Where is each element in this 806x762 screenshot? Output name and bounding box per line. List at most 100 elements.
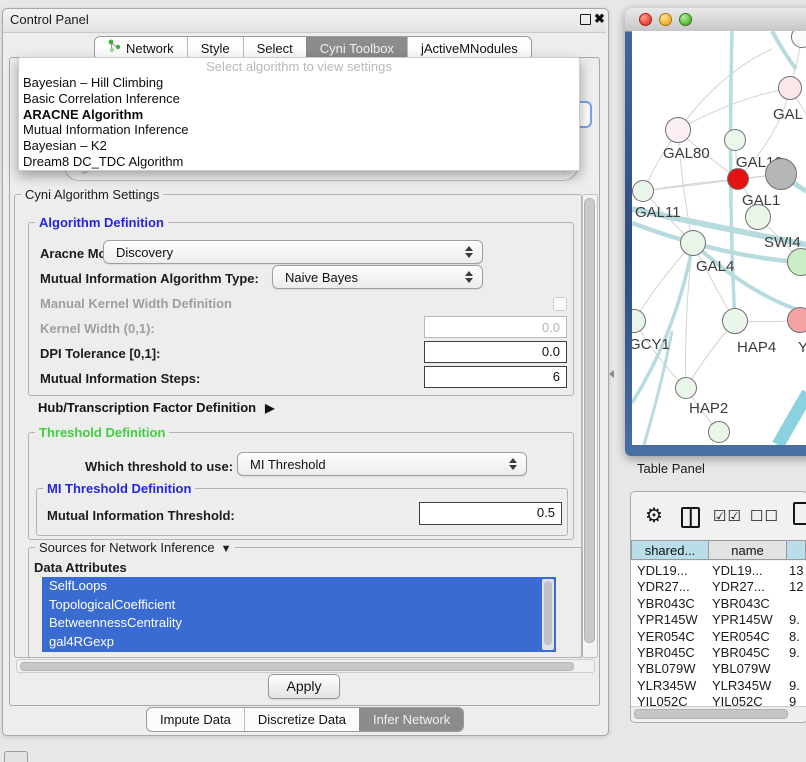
- data-attribute-item[interactable]: SelfLoops: [42, 577, 556, 596]
- control-panel-title: Control Panel: [10, 12, 89, 27]
- column-layout-icon[interactable]: [681, 507, 700, 528]
- network-node[interactable]: [745, 204, 771, 230]
- tab-impute-data[interactable]: Impute Data: [147, 708, 244, 731]
- table-horizontal-scrollbar[interactable]: [631, 706, 806, 719]
- network-node-label: HAP2: [689, 400, 728, 417]
- table-cell: YDR27...: [708, 579, 786, 595]
- network-node[interactable]: [680, 230, 706, 256]
- table-row[interactable]: YER054CYER054C8.: [631, 629, 806, 645]
- table-cell: YBL079W: [631, 661, 708, 677]
- network-node[interactable]: [727, 168, 749, 190]
- table-cell: YIL052C: [708, 694, 786, 706]
- new-document-icon[interactable]: [793, 502, 806, 525]
- table-cell: YDR27...: [631, 579, 708, 595]
- minimize-traffic-light-icon[interactable]: [659, 13, 672, 26]
- aracne-mode-combo[interactable]: Discovery: [103, 240, 483, 264]
- scrollbar-thumb[interactable]: [20, 662, 574, 672]
- table-row[interactable]: YLR345WYLR345W9.: [631, 678, 806, 694]
- table-cell: YBR045C: [708, 645, 786, 661]
- expanded-arrow-icon[interactable]: ▼: [221, 543, 232, 555]
- table-row[interactable]: YBR045CYBR045C9.: [631, 645, 806, 661]
- collapsed-arrow-icon[interactable]: ▶: [265, 401, 274, 415]
- table-row[interactable]: YPR145WYPR145W9.: [631, 612, 806, 628]
- table-row[interactable]: YBL079WYBL079W: [631, 661, 806, 677]
- data-attribute-item[interactable]: BetweennessCentrality: [42, 614, 556, 633]
- table-cell: YBL079W: [708, 661, 786, 677]
- control-panel-titlebar[interactable]: [3, 9, 606, 33]
- network-node-label: GAL4: [696, 258, 734, 275]
- network-node[interactable]: [765, 158, 797, 190]
- dpi-tolerance-field[interactable]: 0.0: [424, 341, 567, 363]
- algorithm-dropdown-placeholder: Select algorithm to view settings: [19, 58, 579, 75]
- network-window-titlebar[interactable]: [625, 8, 806, 32]
- table-cell: 9.: [786, 678, 800, 694]
- column-header-name[interactable]: name: [708, 540, 787, 560]
- combo-spinner-icon: [509, 458, 517, 470]
- close-traffic-light-icon[interactable]: [639, 13, 652, 26]
- aracne-mode-value: Discovery: [116, 245, 173, 260]
- mi-type-combo[interactable]: Naive Bayes: [272, 265, 483, 289]
- table-cell: [786, 596, 789, 612]
- tab-infer-network[interactable]: Infer Network: [359, 708, 463, 731]
- algorithm-option[interactable]: Dream8 DC_TDC Algorithm: [19, 154, 579, 170]
- gear-icon[interactable]: ⚙: [645, 503, 663, 528]
- cyni-algorithm-settings-title: Cyni Algorithm Settings: [21, 187, 163, 202]
- network-node[interactable]: [665, 117, 691, 143]
- network-node[interactable]: [722, 308, 748, 334]
- mi-threshold-field[interactable]: 0.5: [419, 502, 562, 525]
- tab-discretize-data-label: Discretize Data: [258, 708, 346, 731]
- algorithm-option[interactable]: Basic Correlation Inference: [19, 91, 579, 107]
- table-row[interactable]: YDR27...YDR27...12: [631, 579, 806, 595]
- collapsed-panel-icon[interactable]: [4, 751, 28, 762]
- algorithm-option[interactable]: Mutual Information Inference: [19, 122, 579, 138]
- zoom-traffic-light-icon[interactable]: [679, 13, 692, 26]
- combo-spinner-icon: [465, 271, 473, 283]
- apply-button[interactable]: Apply: [268, 674, 340, 699]
- table-cell: YDL19...: [631, 563, 708, 579]
- panel-divider-collapse-icon[interactable]: [609, 370, 614, 378]
- attributes-scrollbar[interactable]: [542, 579, 554, 650]
- which-threshold-combo[interactable]: MI Threshold: [237, 452, 527, 476]
- table-cell: YLR345W: [708, 678, 786, 694]
- network-node[interactable]: [724, 129, 746, 151]
- settings-vertical-scrollbar[interactable]: [582, 194, 598, 658]
- table-cell: YDL19...: [708, 563, 786, 579]
- hub-transcription-factor-section[interactable]: Hub/Transcription Factor Definition▶: [38, 400, 274, 415]
- table-body[interactable]: YDL19...YDL19...13YDR27...YDR27...12YBR0…: [631, 561, 806, 706]
- column-header-shared-name[interactable]: shared...: [631, 540, 709, 560]
- column-header-partial[interactable]: [786, 540, 806, 560]
- network-node[interactable]: [632, 180, 654, 202]
- close-icon[interactable]: ✖: [594, 11, 605, 27]
- data-attributes-list[interactable]: SelfLoopsTopologicalCoefficientBetweenne…: [42, 577, 556, 652]
- algorithm-option[interactable]: Bayesian – Hill Climbing: [19, 75, 579, 91]
- select-all-checkboxes-icon[interactable]: ☑☑: [713, 507, 742, 525]
- table-cell: [786, 661, 789, 677]
- settings-horizontal-scrollbar[interactable]: [16, 659, 595, 673]
- scrollbar-thumb[interactable]: [634, 709, 788, 719]
- algorithm-option[interactable]: ARACNE Algorithm: [19, 107, 579, 123]
- network-node[interactable]: [708, 421, 730, 443]
- algorithm-dropdown-items: Bayesian – Hill ClimbingBasic Correlatio…: [19, 75, 579, 170]
- sources-title[interactable]: Sources for Network Inference▼: [35, 540, 235, 557]
- data-attribute-item[interactable]: gal4RGexp: [42, 633, 556, 652]
- tab-discretize-data[interactable]: Discretize Data: [244, 708, 359, 731]
- mi-steps-label: Mutual Information Steps:: [40, 371, 200, 386]
- network-canvas[interactable]: GALGAL80GAL10GAL1GAL11SWI4GAL4GCY1HAP4YH…: [632, 31, 806, 445]
- mi-steps-field[interactable]: 6: [424, 366, 567, 388]
- manual-kernel-checkbox[interactable]: [553, 297, 567, 311]
- table-row[interactable]: YDL19...YDL19...13: [631, 563, 806, 579]
- kernel-width-field[interactable]: 0.0: [424, 316, 567, 338]
- tab-impute-data-label: Impute Data: [160, 708, 231, 731]
- float-window-icon[interactable]: [580, 14, 591, 25]
- table-row[interactable]: YIL052CYIL052C9: [631, 694, 806, 706]
- deselect-checkboxes-icon[interactable]: ☐☐: [750, 507, 779, 525]
- data-attribute-item[interactable]: TopologicalCoefficient: [42, 596, 556, 615]
- network-node[interactable]: [778, 76, 802, 100]
- scrollbar-thumb[interactable]: [584, 198, 595, 643]
- network-node[interactable]: [675, 377, 697, 399]
- table-row[interactable]: YBR043CYBR043C: [631, 596, 806, 612]
- table-cell: 9: [786, 694, 796, 706]
- algorithm-option[interactable]: Bayesian – K2: [19, 138, 579, 154]
- scrollbar-thumb[interactable]: [544, 581, 552, 645]
- network-node[interactable]: [787, 307, 806, 333]
